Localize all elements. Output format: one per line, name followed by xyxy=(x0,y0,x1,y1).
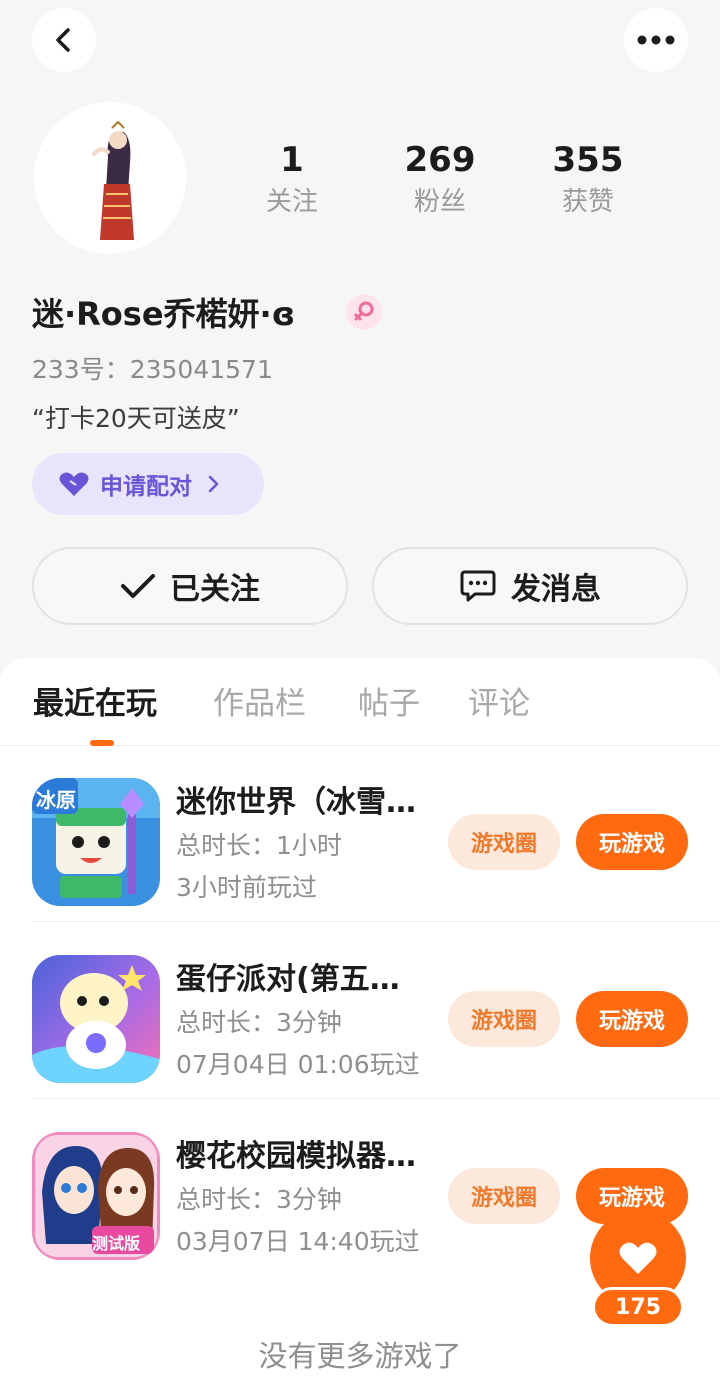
likes-label: 获赞 xyxy=(561,187,614,217)
mini-world-icon[interactable]: 冰原 xyxy=(32,778,160,906)
likes-stat[interactable]: 355 获赞 xyxy=(528,138,648,222)
heart-pair-icon xyxy=(59,472,89,496)
more-button[interactable] xyxy=(624,8,688,72)
game-last-played: 3小时前玩过 xyxy=(176,873,317,902)
followers-count: 269 xyxy=(404,140,476,180)
followed-label: 已关注 xyxy=(170,572,260,607)
chat-icon xyxy=(460,570,496,602)
following-label: 关注 xyxy=(265,187,318,217)
tab-posts[interactable]: 帖子 xyxy=(358,682,420,726)
game-duration: 总时长：3分钟 xyxy=(176,1008,342,1037)
play-game-button[interactable]: 玩游戏 xyxy=(576,814,688,870)
game-last-played: 07月04日 01:06玩过 xyxy=(176,1050,420,1079)
game-last-played: 03月07日 14:40玩过 xyxy=(176,1227,420,1256)
following-stat[interactable]: 1 关注 xyxy=(232,138,352,222)
game-circle-button[interactable]: 游戏圈 xyxy=(448,991,560,1047)
no-more-games-text: 没有更多游戏了 xyxy=(258,1339,462,1373)
game-circle-button[interactable]: 游戏圈 xyxy=(448,814,560,870)
followers-stat[interactable]: 269 粉丝 xyxy=(380,138,500,222)
game-duration: 总时长：1小时 xyxy=(176,831,342,860)
following-count: 1 xyxy=(280,140,304,180)
request-pair-button[interactable]: 申请配对 xyxy=(32,453,264,515)
send-message-label: 发消息 xyxy=(511,572,601,607)
heart-icon xyxy=(619,1242,657,1274)
like-count-badge: 175 xyxy=(592,1287,684,1327)
game-title: 蛋仔派对(第五… xyxy=(176,962,400,997)
followed-button[interactable]: 已关注 xyxy=(32,547,348,625)
send-message-button[interactable]: 发消息 xyxy=(372,547,688,625)
game-row[interactable]: 蛋仔派对(第五… 总时长：3分钟 07月04日 01:06玩过 游戏圈 玩游戏 xyxy=(0,923,720,1099)
game-title: 迷你世界（冰雪… xyxy=(176,785,416,820)
game-title: 樱花校园模拟器… xyxy=(176,1139,416,1174)
sakura-school-icon[interactable]: 测试版 xyxy=(32,1132,160,1260)
female-icon xyxy=(346,294,382,330)
check-icon xyxy=(121,574,155,598)
game-icon-badge: 测试版 xyxy=(92,1234,141,1253)
likes-count: 355 xyxy=(552,140,624,180)
profile-name: 迷·Rose乔楉妍·ɞ xyxy=(32,295,296,333)
request-pair-label: 申请配对 xyxy=(100,474,192,500)
user-id: 233号：235041571 xyxy=(32,355,273,384)
play-game-button[interactable]: 玩游戏 xyxy=(576,991,688,1047)
game-icon-badge: 冰原 xyxy=(36,788,76,812)
eggy-party-icon[interactable] xyxy=(32,955,160,1083)
game-row[interactable]: 冰原 迷你世界（冰雪… 总时长：1小时 3小时前玩过 游戏圈 玩游戏 xyxy=(0,746,720,922)
game-circle-button[interactable]: 游戏圈 xyxy=(448,1168,560,1224)
tab-comments[interactable]: 评论 xyxy=(468,682,530,726)
more-dots-icon xyxy=(637,35,675,45)
profile-tabs: 最近在玩 作品栏 帖子 评论 xyxy=(0,658,720,746)
back-button[interactable] xyxy=(32,8,96,72)
followers-label: 粉丝 xyxy=(413,187,466,217)
avatar-image xyxy=(34,102,186,254)
avatar[interactable] xyxy=(34,102,186,254)
top-bar xyxy=(0,0,720,80)
profile-stats: 1 关注 269 粉丝 355 获赞 xyxy=(230,138,670,228)
tab-recently-played[interactable]: 最近在玩 xyxy=(33,682,157,726)
bio: “打卡20天可送皮” xyxy=(32,404,240,433)
game-duration: 总时长：3分钟 xyxy=(176,1185,342,1214)
row-divider xyxy=(32,1098,720,1099)
row-divider xyxy=(32,921,720,922)
chevron-left-icon xyxy=(56,28,70,52)
chevron-right-icon xyxy=(208,475,219,493)
tab-works[interactable]: 作品栏 xyxy=(213,682,306,726)
